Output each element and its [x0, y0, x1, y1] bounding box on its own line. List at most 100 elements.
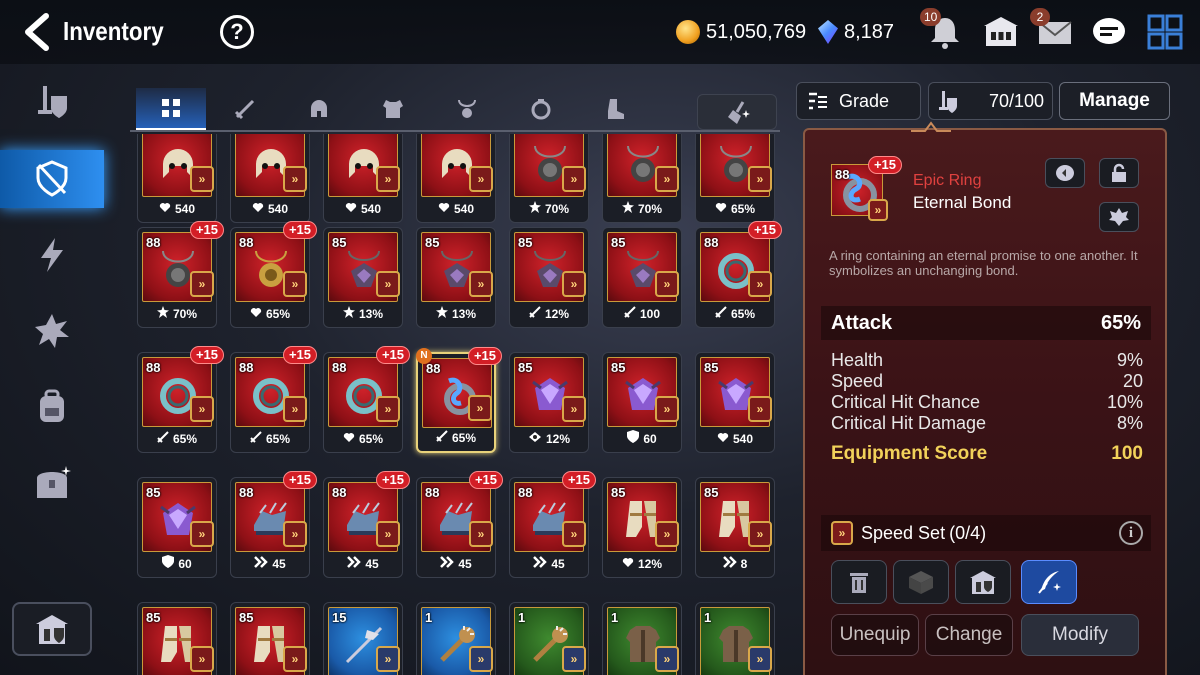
- change-button[interactable]: Change: [925, 614, 1013, 656]
- equipment-slot[interactable]: 88 +15 » 45: [323, 471, 410, 578]
- manage-button[interactable]: Manage: [1059, 82, 1170, 120]
- sort-button[interactable]: Grade: [796, 82, 921, 120]
- store-button[interactable]: [955, 560, 1011, 604]
- tab-all[interactable]: [136, 88, 206, 130]
- equipment-slot[interactable]: 1»: [695, 602, 775, 675]
- extract-button[interactable]: [893, 560, 949, 604]
- equipment-slot[interactable]: 88 +15 » 65%: [695, 221, 782, 328]
- equipment-slot[interactable]: 15 »: [323, 602, 403, 675]
- filter-button[interactable]: [697, 94, 777, 130]
- equipment-slot[interactable]: 85 » 60: [602, 352, 682, 453]
- equipment-slot[interactable]: » 540: [323, 134, 403, 223]
- equipment-slot[interactable]: 88 +15 » 70%: [137, 221, 224, 328]
- main-stat-preview: 65%: [231, 307, 309, 321]
- enhance-badge: +15: [561, 471, 596, 489]
- main-stat-preview: 540: [324, 202, 402, 216]
- tab-ring[interactable]: [506, 88, 576, 130]
- tab-boots[interactable]: [580, 88, 650, 130]
- equipment-slot[interactable]: 88 +15 » 45: [509, 471, 596, 578]
- back-arrow-icon[interactable]: [20, 12, 56, 52]
- unequip-button[interactable]: Unequip: [831, 614, 919, 656]
- set-icon: »: [376, 166, 400, 192]
- main-stat-preview: 60: [138, 555, 216, 571]
- equipment-slot[interactable]: 88 +15 » 65%: [323, 346, 410, 453]
- info-icon[interactable]: i: [1119, 521, 1143, 545]
- equipment-slot[interactable]: » 65%: [695, 134, 775, 223]
- nav-materials[interactable]: [0, 378, 104, 436]
- modify-button[interactable]: Modify: [1021, 614, 1139, 656]
- detail-item-level: 88: [835, 167, 850, 182]
- equipment-slot[interactable]: » 540: [230, 134, 310, 223]
- equipment-slot[interactable]: 85 »: [230, 602, 310, 675]
- stat-value: 540: [732, 432, 754, 446]
- substats-list: Health 9% Speed 20 Critical Hit Chance 10% …: [831, 350, 1143, 434]
- tab-weapon[interactable]: [210, 88, 280, 130]
- enhance-button[interactable]: [1021, 560, 1077, 604]
- share-chat-button[interactable]: [1045, 158, 1085, 188]
- sell-button[interactable]: [831, 560, 887, 604]
- equipment-slot[interactable]: 88 +15 » 65%: [230, 346, 317, 453]
- nav-storehouse[interactable]: [12, 602, 92, 656]
- equipment-slot[interactable]: 85 » 12%: [509, 352, 589, 453]
- notification-button[interactable]: 10: [920, 8, 964, 50]
- stat-value: 65%: [730, 202, 756, 216]
- armor-icon: [383, 100, 403, 118]
- equipment-slot[interactable]: » 540: [137, 134, 217, 223]
- equip-hero-button[interactable]: [1099, 202, 1139, 232]
- enhance-badge: +15: [189, 346, 224, 364]
- equipment-slot[interactable]: 85 »: [137, 602, 217, 675]
- item-level: 88: [332, 485, 347, 500]
- equipment-slot[interactable]: » 70%: [509, 134, 589, 223]
- equipment-slot[interactable]: 85 » 60: [137, 477, 217, 578]
- nav-artifacts[interactable]: [0, 226, 104, 284]
- help-button[interactable]: ?: [220, 15, 254, 49]
- nav-equipment[interactable]: [0, 74, 104, 132]
- item-level: 85: [518, 360, 533, 375]
- capacity-button[interactable]: 70/100: [928, 82, 1053, 120]
- enhance-badge: +15: [189, 221, 224, 239]
- nav-catalyst[interactable]: [0, 302, 104, 360]
- attack-sword-icon: [529, 306, 541, 318]
- box-icon: [909, 571, 933, 594]
- set-icon: »: [562, 166, 586, 192]
- equipment-slot[interactable]: » 70%: [602, 134, 682, 223]
- necklace-icon: [458, 99, 476, 118]
- heart-icon: [715, 203, 727, 212]
- equipment-slot[interactable]: 85 » 13%: [323, 227, 403, 328]
- tab-necklace[interactable]: [432, 88, 502, 130]
- lock-button[interactable]: [1099, 158, 1139, 188]
- equipment-slot[interactable]: 85 » 540: [695, 352, 775, 453]
- mail-button[interactable]: 2: [1030, 8, 1074, 50]
- equipment-slot[interactable]: 88 +15 » 45: [416, 471, 503, 578]
- equipment-slot[interactable]: 88 +15 » 65%: [137, 346, 224, 453]
- substat-row: Health 9%: [831, 350, 1143, 371]
- equipment-slot[interactable]: 88 +15 » 65%: [230, 221, 317, 328]
- stat-value: 65%: [358, 432, 384, 446]
- tab-armor[interactable]: [358, 88, 428, 130]
- equipment-slot[interactable]: 1»: [509, 602, 589, 675]
- equipment-slot[interactable]: 85 » 100: [602, 227, 682, 328]
- equipment-slot[interactable]: 1»: [602, 602, 682, 675]
- nav-equipment-storage[interactable]: [0, 150, 104, 208]
- attack-sword-icon: [157, 431, 169, 443]
- main-stat: Attack 65%: [821, 306, 1151, 340]
- main-stat-preview: 13%: [324, 306, 402, 321]
- equipment-slot[interactable]: 85 » 13%: [416, 227, 496, 328]
- equipment-slot[interactable]: 88 +15 N » 65%: [416, 347, 502, 453]
- chat-button[interactable]: [1090, 14, 1128, 50]
- guild-button[interactable]: [982, 14, 1020, 50]
- equipment-slot[interactable]: 85 » 8: [695, 477, 775, 578]
- item-level: 85: [704, 360, 719, 375]
- equipment-slot[interactable]: 88 +15 » 45: [230, 471, 317, 578]
- nav-chest[interactable]: [0, 454, 104, 512]
- equipment-slot[interactable]: 85 » 12%: [602, 477, 682, 578]
- equipment-slot[interactable]: 1»: [416, 602, 496, 675]
- set-icon: »: [190, 166, 214, 192]
- equipment-slot[interactable]: » 540: [416, 134, 496, 223]
- equipment-slot[interactable]: 85 » 12%: [509, 227, 589, 328]
- tab-helmet[interactable]: [284, 88, 354, 130]
- menu-button[interactable]: [1146, 14, 1184, 50]
- gold-amount: 51,050,769: [706, 20, 807, 43]
- heart-icon: [717, 433, 729, 442]
- set-icon: »: [655, 271, 679, 297]
